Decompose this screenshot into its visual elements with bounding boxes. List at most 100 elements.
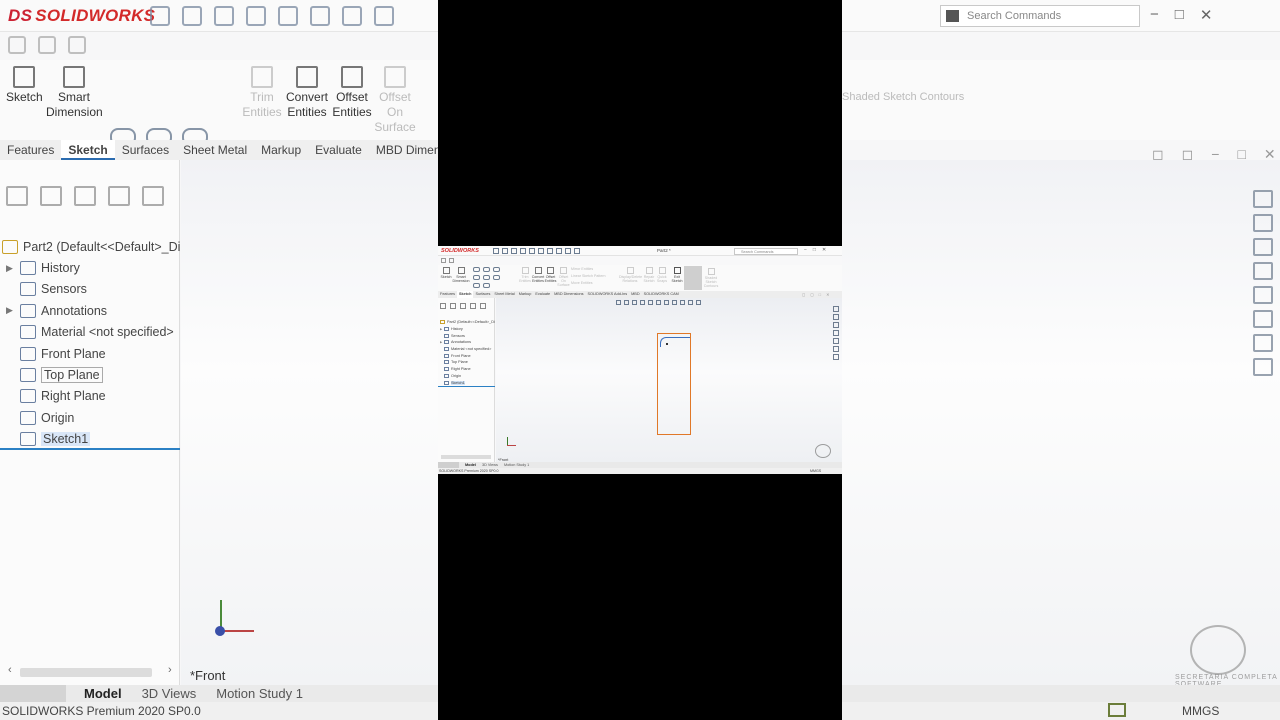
home-resources-icon[interactable] [1253,190,1273,208]
offset-entities-button[interactable]: Offset Entities [332,66,372,120]
previous-view-icon[interactable] [632,300,637,305]
property-manager-icon[interactable] [450,303,456,309]
view-palette-icon[interactable] [1253,262,1273,280]
zoom-to-area-icon[interactable] [624,300,629,305]
move-entities-button[interactable]: Move Entities [571,281,597,285]
search-commands-input[interactable]: Search Commands [734,247,798,255]
slot-tool[interactable] [473,283,480,288]
open-icon[interactable] [511,248,517,254]
tab-model[interactable]: Model [462,463,479,467]
viewport-close-icon[interactable]: ✕ [826,292,829,297]
convert-entities-button[interactable]: Convert Entities [286,66,328,120]
tree-item-front-plane[interactable]: Front Plane [440,352,495,359]
tab-surfaces[interactable]: Surfaces [473,291,492,298]
viewport-close-icon[interactable]: ✕ [1264,146,1276,163]
solidworks-logo[interactable]: SOLIDWORKS [441,248,479,254]
open-icon[interactable] [214,6,234,26]
viewport-max-icon[interactable]: □ [1237,146,1245,163]
tab-sheet-metal[interactable]: Sheet Metal [176,140,254,160]
forum-icon[interactable] [833,354,839,360]
rollback-bar[interactable] [438,386,495,387]
new-document-icon[interactable] [502,248,508,254]
custom-properties-icon[interactable] [1253,310,1273,328]
spline-tool[interactable] [493,267,500,272]
new-document-icon[interactable] [182,6,202,26]
trim-entities-button[interactable]: Trim Entities [518,267,532,283]
dimxpert-icon[interactable] [108,186,130,206]
search-commands-input[interactable]: Search Commands [940,5,1140,27]
select-icon[interactable] [342,6,362,26]
tab-mbd-dimensions[interactable]: MBD Dimensions [552,291,585,298]
close-button[interactable]: ✕ [1200,6,1213,24]
viewport-min-icon[interactable]: − [1211,146,1219,163]
undo-icon[interactable] [538,248,544,254]
tree-item-right-plane[interactable]: Right Plane [440,366,495,373]
expand-icon[interactable]: ▶ [6,305,20,316]
tab-solidworks-add-ins[interactable]: SOLIDWORKS Add-Ins [585,291,629,298]
tab-evaluate[interactable]: Evaluate [533,291,552,298]
options-icon[interactable] [574,248,580,254]
mirror-entities-button[interactable]: Mirror Entities [571,267,597,271]
undo-icon[interactable] [310,6,330,26]
close-button[interactable]: ✕ [822,247,826,253]
rectangle-tool[interactable] [473,275,480,280]
file-properties-icon[interactable] [565,248,571,254]
tab-3d-views[interactable]: 3D Views [479,463,501,467]
display-manager-icon[interactable] [480,303,486,309]
tab-features[interactable]: Features [438,291,457,298]
design-library-icon[interactable] [1253,214,1273,232]
repair-sketch-button[interactable]: Repair Sketch [643,267,655,283]
layers-icon[interactable] [449,258,454,263]
camera-icon[interactable] [8,36,26,54]
tree-item-annotations[interactable]: ▶ Annotations [6,300,180,321]
apply-scene-icon[interactable] [680,300,685,305]
restore-button[interactable]: □ [1175,6,1184,24]
rollback-bar[interactable] [0,448,180,450]
tab-motion-study[interactable]: Motion Study 1 [501,463,532,467]
minimize-button[interactable]: − [804,247,807,253]
zoom-to-fit-icon[interactable] [616,300,621,305]
tab-evaluate[interactable]: Evaluate [308,140,369,160]
display-manager-icon[interactable] [142,186,164,206]
shaded-sketch-contours-button[interactable]: Shaded Sketch Contours [842,90,964,105]
sketch-point[interactable] [666,343,668,345]
design-library-icon[interactable] [833,314,839,320]
tree-horizontal-scrollbar[interactable] [441,455,491,459]
tab-motion-study[interactable]: Motion Study 1 [206,686,313,701]
tree-item-history[interactable]: ▶ History [6,257,180,278]
tree-item-right-plane[interactable]: Right Plane [6,386,180,407]
viewport-minimize-icon[interactable]: ◻ [1152,146,1164,163]
feature-tree-icon[interactable] [440,303,446,309]
expand-icon[interactable]: ▶ [6,263,20,274]
ellipse-tool[interactable] [483,283,490,288]
tab-markup[interactable]: Markup [254,140,308,160]
tab-mbd[interactable]: MBD [629,291,641,298]
appearances-icon[interactable] [833,338,839,344]
sketch-button[interactable]: Sketch [440,267,452,279]
viewport-minimize-icon[interactable]: ◻ [802,292,805,297]
hide-show-items-icon[interactable] [664,300,669,305]
section-view-icon[interactable] [640,300,645,305]
exit-sketch-button[interactable]: Exit Sketch [671,267,683,283]
tab-markup[interactable]: Markup [517,291,534,298]
viewport-tile-icon[interactable]: ◻ [1182,146,1194,163]
tab-navigation-arrows[interactable] [0,685,66,702]
line-tool[interactable] [473,267,480,272]
configuration-icon[interactable] [460,303,466,309]
rebuild-icon[interactable] [556,248,562,254]
sketch-arc[interactable] [660,337,690,347]
home-resources-icon[interactable] [833,306,839,312]
tree-item-material[interactable]: Material <not specified> [6,322,180,343]
layers-icon[interactable] [38,36,56,54]
tree-item-front-plane[interactable]: Front Plane [6,343,180,364]
tab-sketch[interactable]: Sketch [456,291,474,298]
tree-item-annotations[interactable]: ▶ Annotations [440,339,495,346]
select-icon[interactable] [547,248,553,254]
solidworks-logo[interactable]: DS SOLIDWORKS [8,6,155,26]
units-selector[interactable]: MMGS [810,469,821,473]
sketch-rectangle[interactable] [657,333,691,435]
save-icon[interactable] [520,248,526,254]
tree-root[interactable]: Part2 (Default<<Default>_Di [440,319,495,326]
units-selector[interactable]: MMGS [1182,704,1219,718]
sketch-button[interactable]: Sketch [6,66,43,105]
